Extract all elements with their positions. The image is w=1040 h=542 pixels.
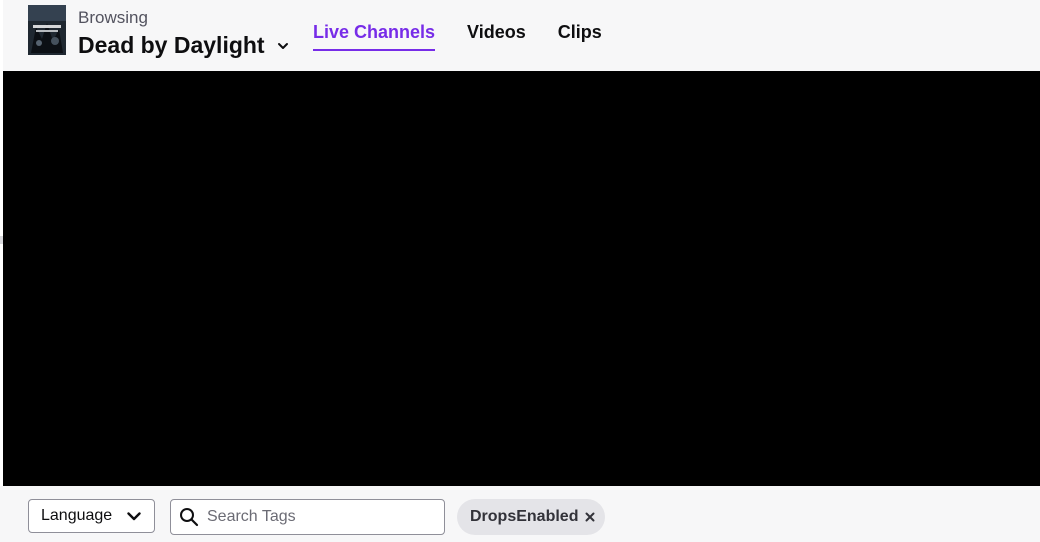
game-box-art-graphic: [28, 5, 66, 55]
tab-videos[interactable]: Videos: [467, 0, 526, 43]
language-label: Language: [41, 507, 113, 524]
tab-clips[interactable]: Clips: [558, 0, 602, 43]
video-player[interactable]: [3, 71, 1040, 486]
filter-bar: Language DropsEnabled: [0, 486, 1040, 542]
active-tag-label: DropsEnabled: [470, 508, 579, 525]
game-title: Dead by Daylight: [78, 32, 265, 58]
browsing-label: Browsing: [78, 8, 148, 27]
tab-live-channels[interactable]: Live Channels: [313, 0, 436, 51]
language-dropdown[interactable]: Language: [28, 499, 155, 533]
game-info: Browsing Dead by Daylight: [78, 8, 289, 59]
category-tabs: Live Channels Videos Clips: [313, 0, 634, 71]
game-selector-button[interactable]: Dead by Daylight: [78, 31, 289, 59]
game-box-art-icon[interactable]: [28, 5, 66, 55]
search-tags-field[interactable]: [170, 499, 445, 535]
close-icon[interactable]: [585, 512, 595, 522]
browse-page: Browsing Dead by Daylight Live Channels …: [0, 0, 1040, 542]
search-icon: [180, 508, 199, 527]
active-tag-dropsenabled[interactable]: DropsEnabled: [457, 499, 605, 535]
category-header: Browsing Dead by Daylight Live Channels …: [3, 0, 1040, 71]
search-tags-input[interactable]: [207, 502, 444, 532]
chevron-down-icon: [127, 512, 141, 521]
chevron-down-icon: [277, 43, 288, 49]
